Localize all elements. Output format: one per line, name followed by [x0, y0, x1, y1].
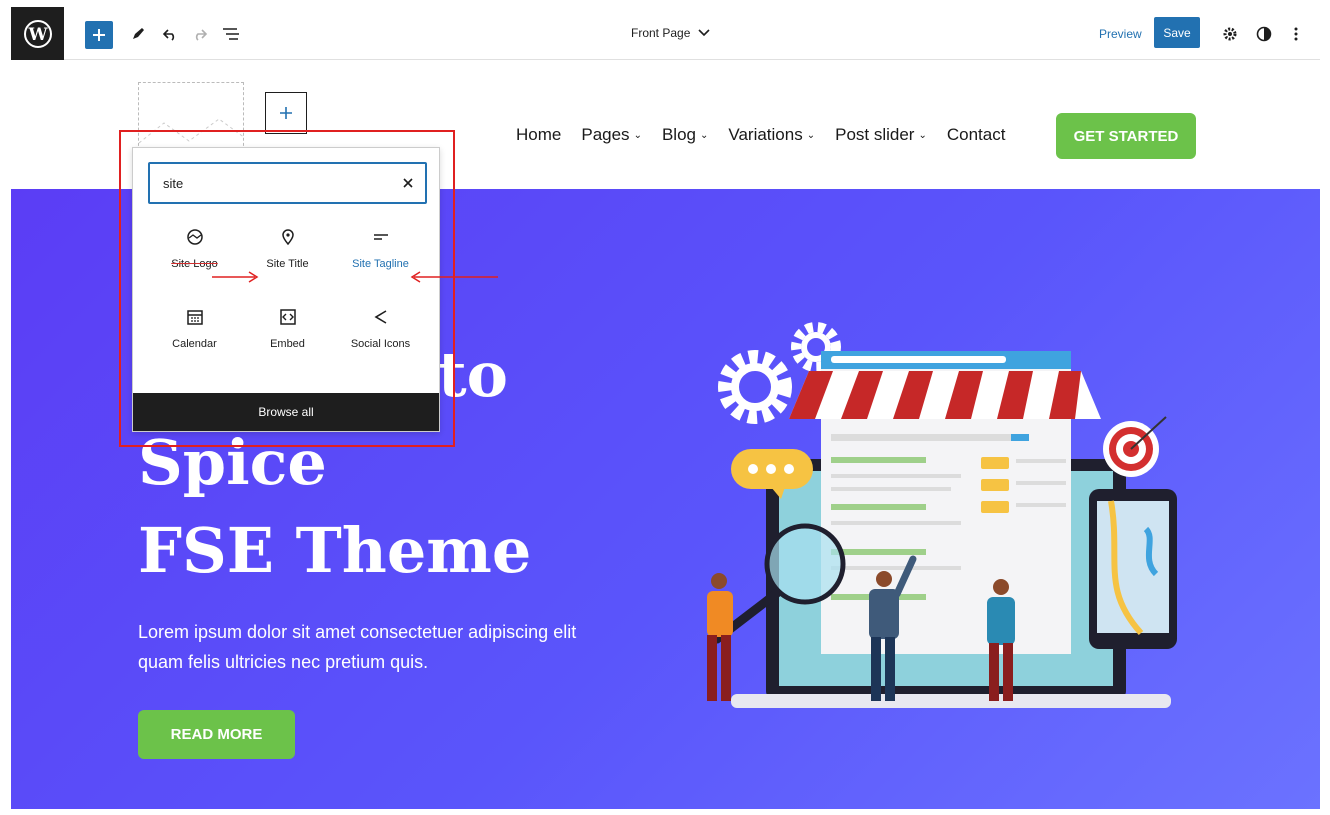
nav-item-pages[interactable]: Pages ⌄ [581, 125, 642, 145]
block-label: Site Tagline [352, 258, 409, 270]
nav-item-home[interactable]: Home [516, 125, 561, 145]
gear-icon [718, 350, 792, 424]
block-item-site-logo[interactable]: Site Logo [148, 228, 241, 278]
block-results-grid: Site Logo Site Title Site Tagline Calend… [148, 228, 427, 358]
nav-item-contact[interactable]: Contact [947, 125, 1006, 145]
nav-item-post-slider[interactable]: Post slider ⌄ [835, 125, 927, 145]
block-label: Embed [270, 338, 305, 350]
embed-icon [279, 309, 296, 325]
undo-icon[interactable] [159, 23, 181, 45]
block-item-social-icons[interactable]: Social Icons [334, 308, 427, 358]
wordpress-logo-icon[interactable]: W [11, 7, 64, 60]
nav-item-blog[interactable]: Blog ⌄ [662, 125, 708, 145]
hero-heading-line-3: FSE Theme [138, 514, 532, 587]
read-more-button[interactable]: READ MORE [138, 710, 295, 759]
pencil-icon[interactable] [127, 23, 149, 45]
chevron-down-icon: ⌄ [918, 129, 927, 141]
tagline-icon [373, 234, 388, 240]
document-title-dropdown[interactable]: Front Page [631, 26, 710, 40]
ecommerce-illustration [707, 322, 1177, 708]
block-item-calendar[interactable]: Calendar [148, 308, 241, 358]
site-logo-placeholder[interactable] [138, 82, 244, 156]
more-options-icon[interactable] [1285, 23, 1307, 45]
primary-navigation: Home Pages ⌄ Blog ⌄ Variations ⌄ Post slide… [516, 125, 1005, 145]
block-search-input[interactable]: site [148, 162, 427, 204]
save-button[interactable]: Save [1154, 17, 1200, 48]
person-figure [707, 573, 733, 701]
chevron-down-icon: ⌄ [806, 129, 816, 141]
block-label: Site Logo [171, 258, 218, 270]
target-icon [1103, 416, 1167, 477]
site-logo-icon [186, 229, 203, 245]
chevron-down-icon [698, 29, 710, 37]
document-title: Front Page [631, 26, 691, 40]
block-label: Site Title [266, 258, 309, 270]
close-icon[interactable] [391, 178, 425, 188]
list-view-icon[interactable] [220, 23, 242, 45]
hero-body-text[interactable]: Lorem ipsum dolor sit amet consectetuer … [138, 617, 618, 677]
add-block-button[interactable] [265, 92, 307, 134]
block-label: Social Icons [350, 338, 411, 350]
block-label: Calendar [172, 338, 217, 350]
redo-icon[interactable] [189, 23, 211, 45]
gear-icon[interactable] [1219, 23, 1241, 45]
get-started-button[interactable]: GET STARTED [1056, 113, 1196, 159]
editor-toolbar: W Front Page Preview Save [11, 7, 1320, 60]
search-value: site [163, 175, 184, 191]
block-item-site-tagline[interactable]: Site Tagline [334, 228, 427, 278]
preview-button[interactable]: Preview [1099, 27, 1142, 41]
chevron-down-icon: ⌄ [699, 129, 709, 141]
styles-contrast-icon[interactable] [1253, 23, 1275, 45]
svg-text:W: W [27, 25, 48, 45]
block-inserter-toggle[interactable] [85, 21, 113, 49]
chevron-down-icon: ⌄ [633, 129, 642, 141]
browse-all-button[interactable]: Browse all [133, 393, 439, 431]
quick-inserter-popover: site Site Logo Site Title Site Tagline C… [132, 147, 440, 432]
map-pin-icon [281, 229, 294, 246]
hero-heading-line-2: Spice [138, 426, 327, 499]
block-item-site-title[interactable]: Site Title [241, 228, 334, 278]
share-icon [373, 310, 386, 324]
calendar-icon [186, 310, 203, 325]
block-item-embed[interactable]: Embed [241, 308, 334, 358]
nav-item-variations[interactable]: Variations ⌄ [728, 125, 815, 145]
